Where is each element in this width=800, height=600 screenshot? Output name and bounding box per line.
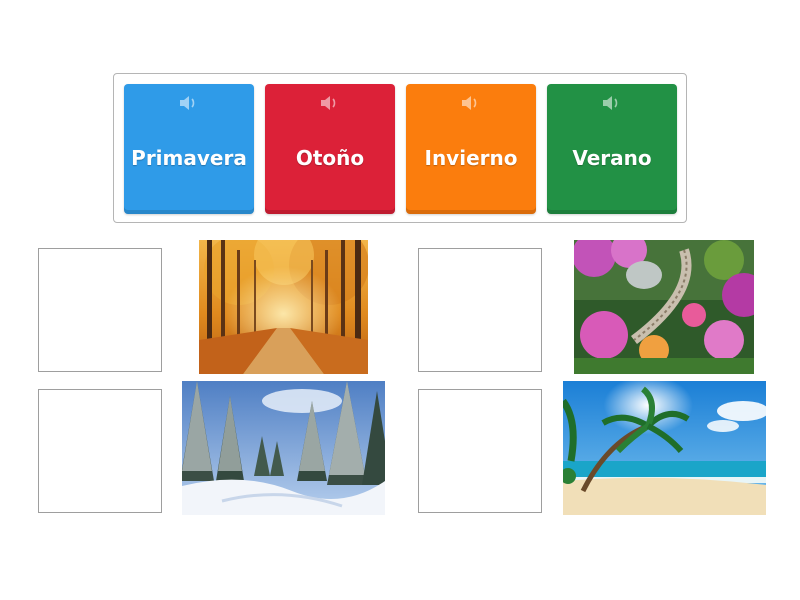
card-label: Verano	[572, 146, 652, 170]
card-invierno[interactable]: Invierno	[406, 84, 536, 214]
card-label: Otoño	[295, 146, 365, 170]
spring-garden-image	[574, 240, 754, 374]
speaker-icon[interactable]	[319, 94, 341, 112]
speaker-icon[interactable]	[460, 94, 482, 112]
card-verano[interactable]: Verano	[547, 84, 677, 214]
summer-beach-image	[563, 381, 766, 515]
autumn-forest-image	[199, 240, 368, 374]
card-label: Primavera	[131, 146, 247, 170]
speaker-icon[interactable]	[601, 94, 623, 112]
drop-zone-autumn[interactable]	[38, 248, 162, 372]
card-otono[interactable]: Otoño	[265, 84, 395, 214]
card-primavera[interactable]: Primavera	[124, 84, 254, 214]
answer-card-tray: Primavera Otoño Invierno Verano	[113, 73, 687, 223]
speaker-icon[interactable]	[178, 94, 200, 112]
card-label: Invierno	[424, 146, 518, 170]
drop-zone-winter[interactable]	[38, 389, 162, 513]
drop-zone-spring[interactable]	[418, 248, 542, 372]
drop-zone-summer[interactable]	[418, 389, 542, 513]
winter-forest-image	[182, 381, 385, 515]
